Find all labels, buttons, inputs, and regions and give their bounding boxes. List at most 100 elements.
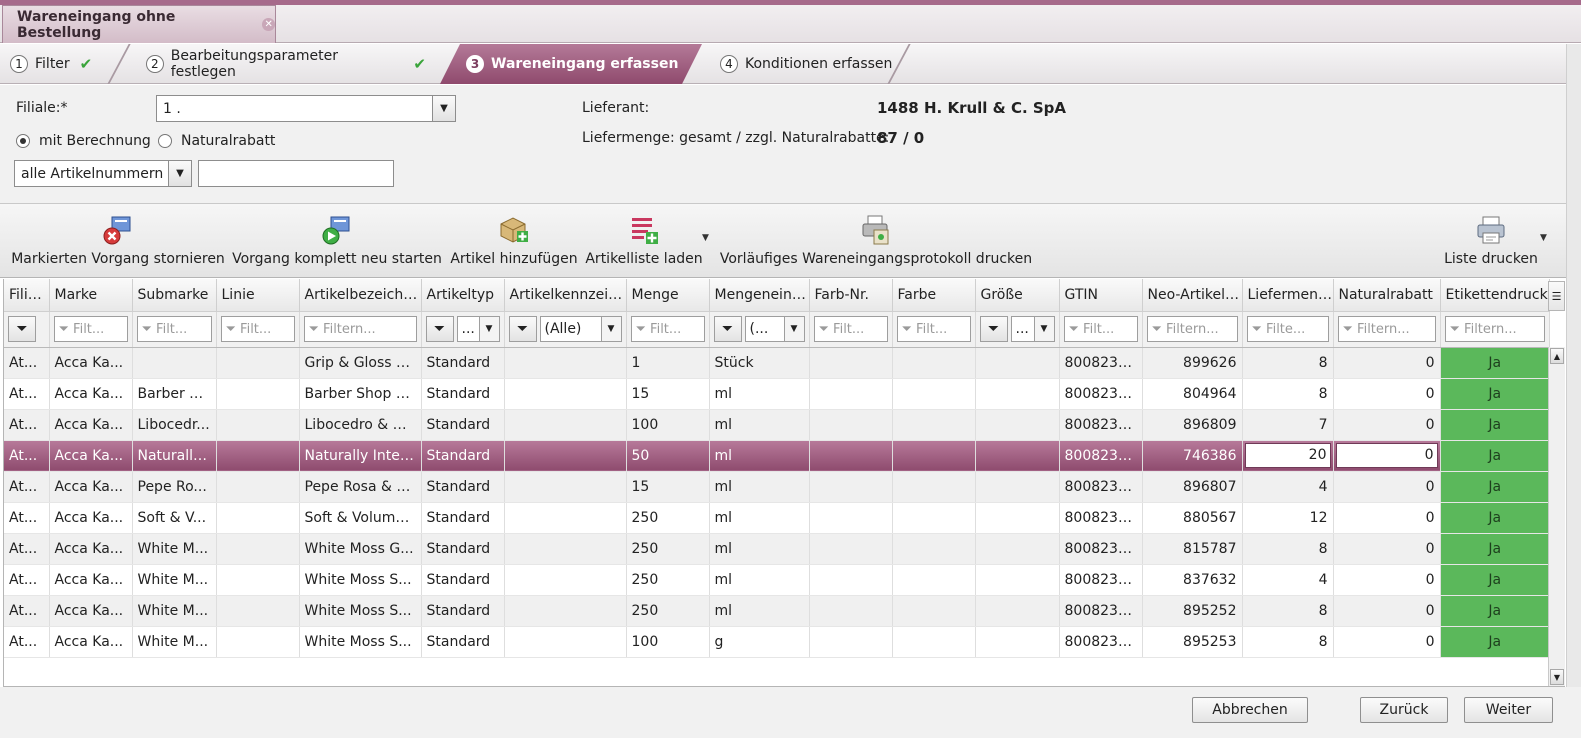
chevron-down-icon[interactable]: ▼: [1033, 317, 1054, 341]
table-row[interactable]: At... Acca Ka... Soft & V... Soft & Volume.…: [4, 502, 1549, 534]
filter-icon[interactable]: ⏷: [713, 316, 742, 342]
table-row[interactable]: At... Acca Ka... White M... White Moss S...…: [4, 595, 1549, 627]
filter-icon[interactable]: ⏷: [508, 316, 537, 342]
cell-neo-artikel[interactable]: 899626: [1142, 347, 1243, 379]
cell-groesse[interactable]: [975, 378, 1060, 410]
filter-select[interactable]: ... ▼: [1010, 316, 1055, 342]
column-chooser-icon[interactable]: ☰: [1548, 281, 1565, 311]
cell-artikelkennzeichen[interactable]: [504, 502, 627, 534]
cell-submarke[interactable]: Barber S...: [132, 378, 217, 410]
cell-submarke[interactable]: White M...: [132, 626, 217, 658]
filter-input[interactable]: ⏷ Filt...: [220, 316, 295, 342]
wizard-step-konditionen[interactable]: 4 Konditionen erfassen: [720, 44, 900, 84]
close-tab-icon[interactable]: ✕: [262, 18, 275, 31]
protokoll-drucken-button[interactable]: Vorläufiges Wareneingangsprotokoll druck…: [720, 204, 1032, 278]
cell-gtin[interactable]: 8008230...: [1059, 378, 1143, 410]
cell-menge[interactable]: 250: [626, 564, 710, 596]
filter-icon[interactable]: ⏷: [8, 316, 36, 342]
cell-submarke[interactable]: White M...: [132, 595, 217, 627]
cell-artikelkennzeichen[interactable]: [504, 564, 627, 596]
table-row[interactable]: At... Acca Ka... Barber S... Barber Shop M.…: [4, 378, 1549, 410]
table-row[interactable]: At... Acca Ka... Pepe Ro... Pepe Rosa & A..…: [4, 471, 1549, 503]
cell-liefermenge[interactable]: 20: [1242, 440, 1334, 472]
cell-liefermenge[interactable]: 12: [1242, 502, 1334, 534]
cell-linie[interactable]: [216, 533, 300, 565]
cell-marke[interactable]: Acca Ka...: [49, 564, 133, 596]
cell-naturalrabatt[interactable]: 0: [1333, 378, 1441, 410]
cell-naturalrabatt[interactable]: 0: [1333, 440, 1441, 472]
filter-input[interactable]: ⏷ Filt...: [136, 316, 212, 342]
cell-filiale[interactable]: At...: [4, 378, 50, 410]
cell-etikettendruck[interactable]: Ja: [1440, 564, 1549, 596]
cell-mengeneinheit[interactable]: ml: [709, 595, 810, 627]
cell-farb-nr[interactable]: [809, 564, 893, 596]
cell-artikelbezeichnung[interactable]: Grip & Gloss B...: [299, 347, 422, 379]
cell-farb-nr[interactable]: [809, 533, 893, 565]
cell-neo-artikel[interactable]: 837632: [1142, 564, 1243, 596]
cell-filiale[interactable]: At...: [4, 595, 50, 627]
table-row[interactable]: At... Acca Ka... Libocedr... Libocedro & Sa…: [4, 409, 1549, 441]
cell-artikeltyp[interactable]: Standard: [421, 595, 505, 627]
filter-input[interactable]: ⏷ Filtern...: [1146, 316, 1238, 342]
cell-submarke[interactable]: Soft & V...: [132, 502, 217, 534]
artikelnummer-select[interactable]: alle Artikelnummern ▼: [14, 160, 192, 187]
filter-input[interactable]: ⏷ Filtern...: [303, 316, 417, 342]
cell-farb-nr[interactable]: [809, 471, 893, 503]
radio-naturalrabatt[interactable]: Naturalrabatt: [158, 133, 275, 149]
cell-submarke[interactable]: White M...: [132, 564, 217, 596]
cell-groesse[interactable]: [975, 595, 1060, 627]
cell-artikeltyp[interactable]: Standard: [421, 533, 505, 565]
liste-drucken-button[interactable]: Liste drucken: [1444, 204, 1538, 278]
cell-linie[interactable]: [216, 502, 300, 534]
chevron-down-icon[interactable]: ▼: [432, 96, 455, 121]
cell-farb-nr[interactable]: [809, 626, 893, 658]
cell-artikeltyp[interactable]: Standard: [421, 626, 505, 658]
cell-menge[interactable]: 15: [626, 471, 710, 503]
cell-artikelkennzeichen[interactable]: [504, 626, 627, 658]
cell-marke[interactable]: Acca Ka...: [49, 626, 133, 658]
artikel-hinzufuegen-button[interactable]: Artikel hinzufügen: [450, 204, 578, 278]
cell-gtin[interactable]: 8008230...: [1059, 564, 1143, 596]
cell-liefermenge[interactable]: 8: [1242, 595, 1334, 627]
cell-neo-artikel[interactable]: 746386: [1142, 440, 1243, 472]
cell-artikelbezeichnung[interactable]: White Moss S...: [299, 564, 422, 596]
cell-groesse[interactable]: [975, 440, 1060, 472]
col-header-filiale[interactable]: Filiale: [4, 279, 50, 312]
cell-neo-artikel[interactable]: 804964: [1142, 378, 1243, 410]
filter-icon[interactable]: ⏷: [979, 316, 1008, 342]
document-tab[interactable]: Wareneingang ohne Bestellung ✕: [2, 5, 276, 43]
filter-input[interactable]: ⏷ Filt...: [1063, 316, 1138, 342]
cell-groesse[interactable]: [975, 502, 1060, 534]
cell-farb-nr[interactable]: [809, 595, 893, 627]
radio-mit-berechnung[interactable]: mit Berechnung: [16, 133, 151, 149]
abbrechen-button[interactable]: Abbrechen: [1192, 697, 1308, 723]
cell-menge[interactable]: 250: [626, 502, 710, 534]
chevron-down-icon[interactable]: ▼: [600, 317, 621, 341]
cell-marke[interactable]: Acca Ka...: [49, 378, 133, 410]
wizard-step-filter[interactable]: 1 Filter ✔: [10, 44, 110, 84]
cell-editor-input[interactable]: 0: [1335, 443, 1438, 468]
cell-artikeltyp[interactable]: Standard: [421, 440, 505, 472]
cell-mengeneinheit[interactable]: ml: [709, 409, 810, 441]
cell-etikettendruck[interactable]: Ja: [1440, 409, 1549, 441]
cell-liefermenge[interactable]: 4: [1242, 471, 1334, 503]
cell-farbe[interactable]: [892, 471, 976, 503]
cell-neo-artikel[interactable]: 895253: [1142, 626, 1243, 658]
cell-neo-artikel[interactable]: 896809: [1142, 409, 1243, 441]
cell-submarke[interactable]: Naturally...: [132, 440, 217, 472]
cell-marke[interactable]: Acca Ka...: [49, 440, 133, 472]
cell-menge[interactable]: 100: [626, 409, 710, 441]
cell-artikelkennzeichen[interactable]: [504, 595, 627, 627]
cell-linie[interactable]: [216, 409, 300, 441]
cell-mengeneinheit[interactable]: ml: [709, 564, 810, 596]
cell-farb-nr[interactable]: [809, 378, 893, 410]
cell-linie[interactable]: [216, 626, 300, 658]
liste-drucken-dropdown-icon[interactable]: ▼: [1540, 233, 1547, 243]
cell-linie[interactable]: [216, 347, 300, 379]
cell-liefermenge[interactable]: 8: [1242, 378, 1334, 410]
col-header-etikettendruck[interactable]: Etikettendruck: [1440, 279, 1550, 312]
cell-farb-nr[interactable]: [809, 347, 893, 379]
col-header-mengeneinheit[interactable]: Mengeneinh...: [709, 279, 810, 312]
cell-menge[interactable]: 15: [626, 378, 710, 410]
cell-submarke[interactable]: White M...: [132, 533, 217, 565]
